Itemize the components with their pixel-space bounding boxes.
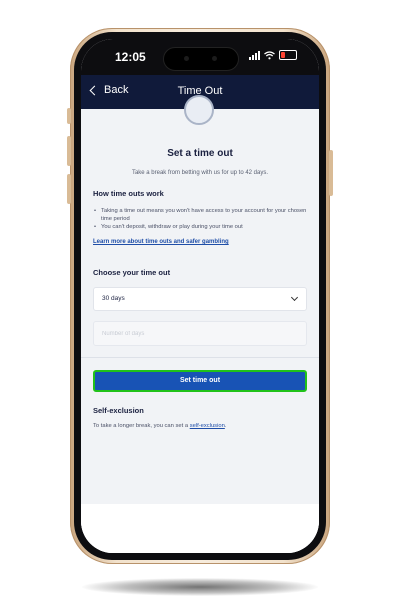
set-timeout-button[interactable]: Set time out [93, 370, 307, 392]
list-item-text: Taking a time out means you won't have a… [101, 208, 307, 222]
signal-icon [249, 50, 260, 60]
timer-icon [184, 95, 214, 125]
main-content: Set a time out Take a break from betting… [81, 95, 319, 553]
status-bar: 12:05 [81, 39, 319, 75]
bullet-icon: • [94, 224, 97, 230]
wifi-icon [264, 50, 275, 59]
list-item: • You can't deposit, withdraw or play du… [93, 223, 311, 231]
list-item-text: You can't deposit, withdraw or play duri… [101, 224, 243, 230]
how-timeouts-list: • Taking a time out means you won't have… [93, 207, 311, 231]
bullet-icon: • [94, 208, 97, 214]
learn-more-link[interactable]: Learn more about time outs and safer gam… [93, 239, 229, 245]
dynamic-island [163, 47, 239, 71]
self-exclusion-text: To take a longer break, you can set a se… [93, 423, 226, 429]
status-time: 12:05 [115, 50, 146, 64]
camera-dot [184, 56, 189, 61]
choose-timeout-heading: Choose your time out [93, 268, 171, 277]
timeout-duration-select[interactable]: 30 days [93, 287, 307, 311]
self-exclusion-heading: Self-exclusion [93, 406, 144, 415]
phone-screen: 12:05 Back Time Out Set a time out Take [81, 39, 319, 553]
how-timeouts-heading: How time outs work [93, 189, 164, 198]
sensor-dot [212, 56, 217, 61]
battery-icon [279, 50, 297, 60]
number-of-days-input[interactable] [93, 321, 307, 346]
volume-down-button [67, 174, 71, 204]
divider [81, 357, 319, 358]
power-button [329, 150, 333, 196]
selected-duration: 30 days [102, 295, 125, 302]
section-title: Set a time out [167, 148, 233, 159]
volume-up-button [67, 136, 71, 166]
status-icons [249, 50, 297, 60]
phone-shadow [82, 578, 318, 596]
self-exclusion-suffix: . [224, 423, 227, 429]
self-exclusion-prefix: To take a longer break, you can set a [93, 423, 190, 429]
self-exclusion-link[interactable]: self-exclusion [190, 423, 225, 429]
chevron-down-icon [290, 293, 299, 302]
section-subtitle: Take a break from betting with us for up… [131, 170, 269, 176]
action-button [67, 108, 71, 124]
list-item: • Taking a time out means you won't have… [93, 207, 311, 223]
bottom-area [81, 504, 319, 553]
